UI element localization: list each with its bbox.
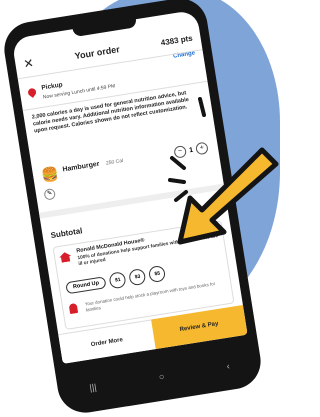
donate-amount-button[interactable]: $1 <box>108 271 127 290</box>
close-icon[interactable]: ✕ <box>22 56 34 71</box>
home-icon[interactable]: ○ <box>158 371 165 382</box>
hamburger-icon: 🍔 <box>39 165 60 184</box>
recents-icon[interactable]: ||| <box>89 382 97 393</box>
edit-icon[interactable]: ✎ <box>43 188 57 201</box>
round-up-button[interactable]: Round Up <box>65 276 107 295</box>
emphasis-marks-icon <box>168 156 188 202</box>
subtotal-label: Subtotal <box>50 226 84 241</box>
header-bar: ✕ Your order 4383 pts <box>14 25 202 76</box>
emphasis-marks-top-icon <box>198 97 206 117</box>
page-title: Your order <box>73 44 121 62</box>
item-name: Hamburger <box>62 160 101 174</box>
location-pin-icon <box>26 86 38 98</box>
family-icon <box>68 302 79 315</box>
points-balance: 4383 pts <box>160 33 194 48</box>
donate-amount-button[interactable]: $5 <box>148 264 167 284</box>
back-icon[interactable]: ‹ <box>226 361 231 371</box>
item-calories: 250 Cal <box>105 157 124 167</box>
house-icon <box>59 251 72 263</box>
donate-amount-button[interactable]: $3 <box>128 267 147 287</box>
pickup-label: Pickup <box>40 81 64 92</box>
